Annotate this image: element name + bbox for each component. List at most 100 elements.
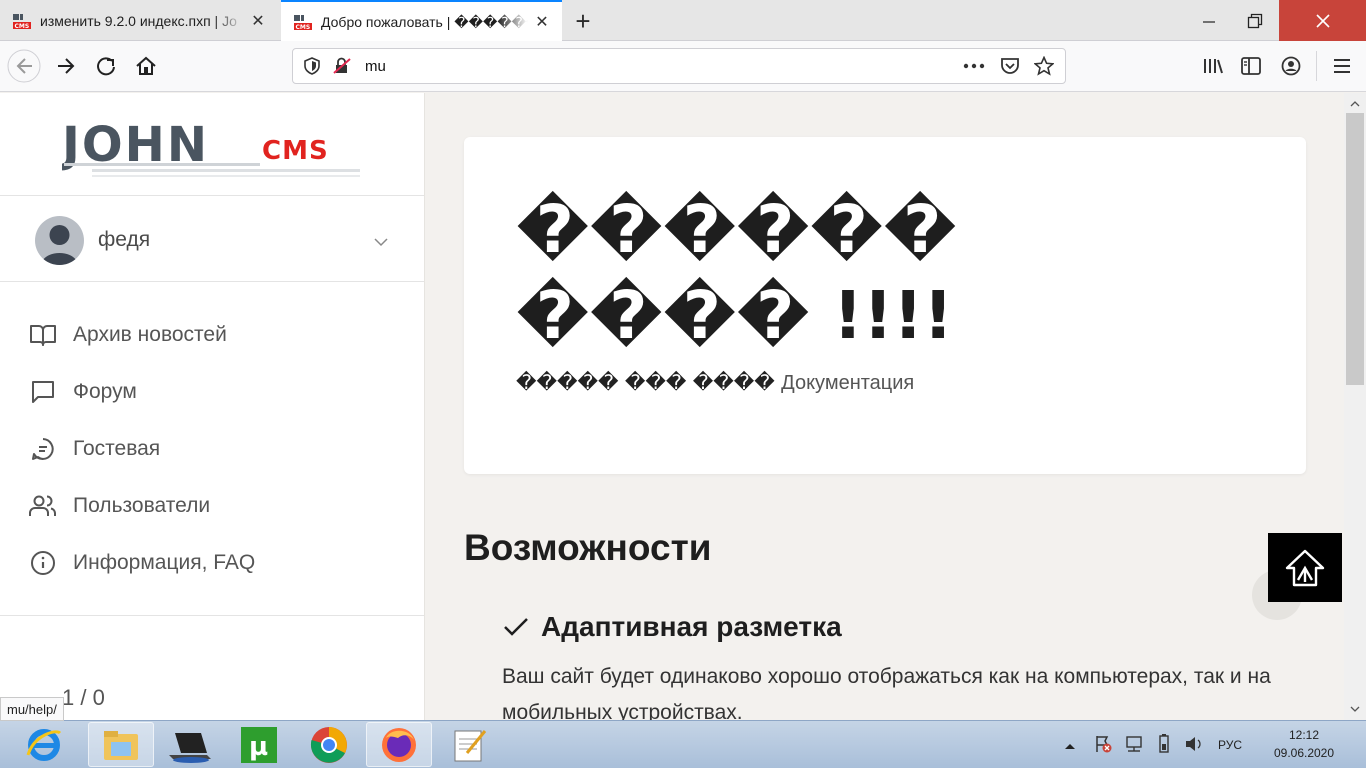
language-indicator[interactable]: РУС — [1218, 738, 1242, 752]
notepad-icon[interactable] — [436, 722, 502, 767]
firefox-icon[interactable] — [366, 722, 432, 767]
start-ie-icon[interactable] — [14, 722, 74, 767]
johncms-logo[interactable]: JOHN CMS — [62, 121, 362, 181]
sidebar-item-label[interactable]: Архив новостей — [73, 323, 227, 347]
reload-button[interactable] — [89, 49, 123, 83]
sidebar-item-guestbook[interactable]: Гостевая — [0, 420, 424, 477]
forward-button[interactable] — [49, 49, 83, 83]
avatar[interactable] — [35, 216, 84, 265]
menu-button[interactable] — [1325, 49, 1359, 83]
address-bar[interactable]: mu — [292, 48, 1066, 84]
svg-text:µ: µ — [249, 732, 268, 762]
status-link-preview: mu/help/ — [0, 697, 64, 721]
sidebar-item-forum[interactable]: Форум — [0, 363, 424, 420]
pocket-icon[interactable] — [995, 49, 1025, 83]
close-tab-icon[interactable]: ✕ — [244, 7, 272, 35]
scroll-down-arrow-icon[interactable] — [1344, 700, 1366, 718]
navigation-toolbar: mu — [0, 41, 1366, 92]
volume-icon[interactable] — [1184, 735, 1204, 758]
url-text[interactable]: mu — [365, 58, 959, 75]
utorrent-icon[interactable]: µ — [226, 722, 292, 767]
logo-area: JOHN CMS — [0, 93, 424, 196]
johncms-favicon-icon: CMS — [12, 11, 32, 31]
scroll-up-arrow-icon[interactable] — [1344, 95, 1366, 113]
minimize-button[interactable] — [1186, 0, 1232, 41]
book-icon — [28, 320, 58, 350]
explorer-icon[interactable] — [88, 722, 154, 767]
battery-icon[interactable] — [1154, 734, 1174, 759]
sidebar-item-news[interactable]: Архив новостей — [0, 306, 424, 363]
feature-heading: Адаптивная разметка — [503, 611, 842, 643]
username[interactable]: федя — [98, 228, 150, 252]
feature-description: Ваш сайт будет одинаково хорошо отобража… — [502, 665, 1271, 720]
tab-strip: CMS изменить 9.2.0 индекс.пхп | Jo ✕ CMS… — [0, 0, 1366, 42]
forward-arrow-icon — [58, 58, 75, 74]
tray-expand-icon[interactable] — [1064, 738, 1076, 756]
page-title: ������ ���� !!!! — [516, 187, 1076, 359]
new-tab-button[interactable]: + — [566, 4, 600, 38]
main-content: ������ ���� !!!! ����� ��� ���� Документ… — [425, 93, 1344, 720]
laptop-app-icon[interactable] — [156, 722, 222, 767]
page-scrollbar[interactable] — [1344, 93, 1366, 720]
sidebar-item-info[interactable]: Информация, FAQ — [0, 534, 424, 591]
browser-tab-2[interactable]: CMS Добро пожаловать | ������ ✕ — [281, 0, 562, 42]
close-tab-icon[interactable]: ✕ — [528, 8, 556, 36]
browser-tab-1[interactable]: CMS изменить 9.2.0 индекс.пхп | Jo ✕ — [0, 0, 278, 41]
sidebar-toggle-button[interactable] — [1234, 49, 1268, 83]
features-heading: Возможности — [464, 527, 712, 568]
sidebar-item-label[interactable]: Форум — [73, 380, 137, 404]
floating-upload-button[interactable] — [1268, 533, 1342, 602]
chevron-down-icon[interactable] — [374, 234, 388, 252]
user-profile-toggle[interactable]: федя — [0, 196, 424, 282]
page-actions-icon[interactable] — [959, 49, 989, 83]
welcome-card: ������ ���� !!!! ����� ��� ���� Документ… — [464, 137, 1306, 474]
back-button[interactable] — [7, 49, 41, 83]
documentation-link[interactable]: Документация — [781, 372, 914, 394]
home-icon — [136, 56, 156, 75]
sidebar-item-label[interactable]: Информация, FAQ — [73, 551, 255, 575]
tab-title: Добро пожаловать | ������ — [321, 13, 528, 30]
info-icon — [28, 548, 58, 578]
scrollbar-thumb[interactable] — [1346, 113, 1364, 385]
account-icon — [1281, 56, 1301, 76]
page-title-line-1: ������ — [516, 191, 957, 268]
svg-text:CMS: CMS — [262, 136, 329, 166]
account-button[interactable] — [1274, 49, 1308, 83]
sidebar-item-users[interactable]: Пользователи — [0, 477, 424, 534]
tab-title: изменить 9.2.0 индекс.пхп | Jo — [40, 12, 237, 29]
reload-icon — [97, 57, 115, 76]
chrome-icon[interactable] — [296, 722, 362, 767]
action-center-flag-icon[interactable] — [1094, 735, 1112, 758]
chat-icon — [28, 377, 58, 407]
sidebar-item-label[interactable]: Пользователи — [73, 494, 210, 518]
clock-time: 12:12 — [1288, 728, 1320, 742]
library-icon — [1204, 59, 1223, 74]
shield-icon[interactable] — [297, 49, 327, 83]
restore-button[interactable] — [1232, 0, 1278, 41]
users-icon — [28, 491, 58, 521]
insecure-connection-icon[interactable] — [327, 49, 357, 83]
sidebar-icon — [1241, 57, 1261, 75]
counter-text: 1 / 0 — [62, 685, 105, 710]
feature-heading-text: Адаптивная разметка — [541, 611, 842, 642]
subtitle-text: ����� ��� ���� — [516, 370, 782, 394]
page-title-line-2: ���� !!!! — [516, 277, 954, 354]
system-clock[interactable]: 12:12 09.06.2020 — [1262, 726, 1346, 762]
clock-date: 09.06.2020 — [1273, 746, 1335, 760]
sidebar-item-label[interactable]: Гостевая — [73, 437, 160, 461]
guestbook-icon — [28, 434, 58, 464]
close-window-button[interactable] — [1279, 0, 1366, 41]
network-icon[interactable] — [1124, 735, 1144, 758]
home-button[interactable] — [129, 49, 163, 83]
johncms-favicon-icon: CMS — [293, 12, 313, 32]
library-button[interactable] — [1196, 49, 1230, 83]
welcome-subtitle: ����� ��� ���� Документация — [516, 370, 914, 395]
site-sidebar: JOHN CMS федя Архив новостей Форум Госте… — [0, 93, 425, 720]
svg-text:CMS: CMS — [296, 24, 311, 31]
hamburger-icon — [1334, 59, 1350, 73]
windows-taskbar: µ РУС 12:12 09.06.2020 — [0, 720, 1366, 768]
bookmark-star-icon[interactable] — [1029, 49, 1059, 83]
svg-text:CMS: CMS — [15, 23, 30, 30]
checkmark-icon — [503, 617, 529, 637]
sidebar-menu: Архив новостей Форум Гостевая Пользовате… — [0, 282, 424, 616]
